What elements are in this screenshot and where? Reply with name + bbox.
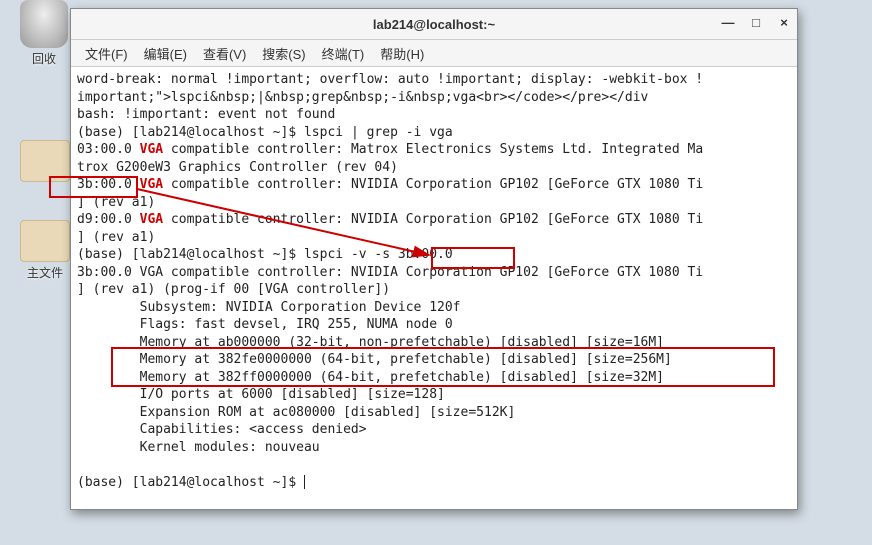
vga-match: VGA bbox=[140, 177, 163, 192]
folder-icon bbox=[20, 220, 70, 262]
menu-help[interactable]: 帮助(H) bbox=[372, 44, 432, 63]
line: 3b:00.0 VGA compatible controller: NVIDI… bbox=[77, 265, 703, 280]
line: Flags: fast devsel, IRQ 255, NUMA node 0 bbox=[77, 317, 453, 332]
line: Memory at 382fe0000000 (64-bit, prefetch… bbox=[77, 352, 672, 367]
minimize-button[interactable]: — bbox=[719, 13, 737, 31]
cmd: lspci -v -s 3b:00.0 bbox=[304, 247, 453, 262]
vga-match: VGA bbox=[140, 142, 163, 157]
line: compatible controller: NVIDIA Corporatio… bbox=[163, 212, 703, 227]
line: ] (rev a1) bbox=[77, 230, 155, 245]
menu-view[interactable]: 查看(V) bbox=[195, 44, 254, 63]
line: I/O ports at 6000 [disabled] [size=128] bbox=[77, 387, 445, 402]
menu-search[interactable]: 搜索(S) bbox=[254, 44, 313, 63]
folder-icon bbox=[20, 140, 70, 182]
line: Memory at 382ff0000000 (64-bit, prefetch… bbox=[77, 370, 664, 385]
line: trox G200eW3 Graphics Controller (rev 04… bbox=[77, 160, 398, 175]
line: compatible controller: NVIDIA Corporatio… bbox=[163, 177, 703, 192]
line: ] (rev a1) (prog-if 00 [VGA controller]) bbox=[77, 282, 390, 297]
line: Capabilities: <access denied> bbox=[77, 422, 367, 437]
titlebar[interactable]: lab214@localhost:~ — □ × bbox=[71, 9, 797, 40]
maximize-button[interactable]: □ bbox=[747, 13, 765, 31]
prompt: (base) [lab214@localhost ~]$ bbox=[77, 125, 304, 140]
close-button[interactable]: × bbox=[775, 13, 793, 31]
prompt: (base) [lab214@localhost ~]$ bbox=[77, 475, 304, 490]
desktop-trash-icon[interactable]: 回收 bbox=[20, 0, 68, 67]
line: word-break: normal !important; overflow:… bbox=[77, 72, 703, 87]
menubar: 文件(F) 编辑(E) 查看(V) 搜索(S) 终端(T) 帮助(H) bbox=[71, 40, 797, 67]
line: Memory at ab000000 (32-bit, non-prefetch… bbox=[77, 335, 664, 350]
trash-label: 回收 bbox=[20, 50, 68, 67]
line: bash: !important: event not found bbox=[77, 107, 335, 122]
folder2-label: 主文件 bbox=[20, 264, 70, 281]
vga-match: VGA bbox=[140, 212, 163, 227]
line: Expansion ROM at ac080000 [disabled] [si… bbox=[77, 405, 515, 420]
pci-id: d9:00.0 bbox=[77, 212, 140, 227]
cmd: lspci | grep -i vga bbox=[304, 125, 453, 140]
window-title: lab214@localhost:~ bbox=[373, 17, 495, 32]
desktop-folder-icon[interactable] bbox=[20, 140, 70, 182]
line: Kernel modules: nouveau bbox=[77, 440, 320, 455]
pci-id: 03:00.0 bbox=[77, 142, 140, 157]
line: Subsystem: NVIDIA Corporation Device 120… bbox=[77, 300, 461, 315]
line: compatible controller: Matrox Electronic… bbox=[163, 142, 703, 157]
terminal-body[interactable]: word-break: normal !important; overflow:… bbox=[71, 67, 797, 545]
cursor bbox=[304, 475, 305, 489]
desktop-folder2-icon[interactable]: 主文件 bbox=[20, 220, 70, 281]
line: important;">lspci&nbsp;|&nbsp;grep&nbsp;… bbox=[77, 90, 648, 105]
terminal-window: lab214@localhost:~ — □ × 文件(F) 编辑(E) 查看(… bbox=[70, 8, 798, 510]
trash-icon bbox=[20, 0, 68, 48]
prompt: (base) [lab214@localhost ~]$ bbox=[77, 247, 304, 262]
pci-id: 3b:00.0 bbox=[77, 177, 140, 192]
menu-edit[interactable]: 编辑(E) bbox=[136, 44, 195, 63]
menu-terminal[interactable]: 终端(T) bbox=[314, 44, 373, 63]
line: ] (rev a1) bbox=[77, 195, 155, 210]
menu-file[interactable]: 文件(F) bbox=[77, 44, 136, 63]
